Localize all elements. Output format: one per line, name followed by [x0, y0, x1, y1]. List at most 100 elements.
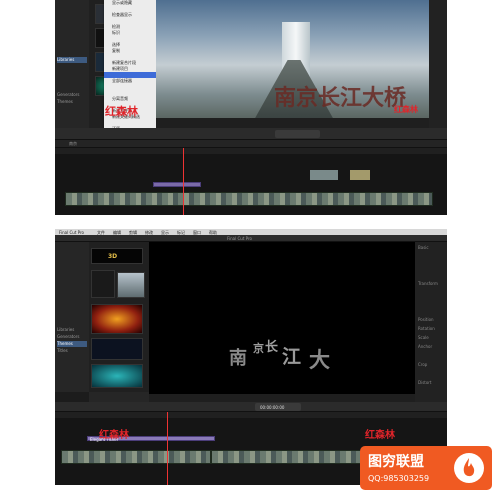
library-item[interactable]: [57, 250, 87, 256]
library-item[interactable]: [57, 369, 87, 375]
library-item[interactable]: [57, 390, 87, 396]
toolbar[interactable]: [55, 128, 447, 140]
title-char: 南: [229, 348, 247, 369]
viewer-controls[interactable]: [149, 394, 415, 402]
inspector-row[interactable]: [418, 307, 444, 314]
inspector-row[interactable]: Anchor: [418, 343, 444, 350]
flame-icon: [454, 453, 484, 483]
inspector-row[interactable]: Transform: [418, 280, 444, 287]
library-item[interactable]: [57, 15, 87, 21]
title-char: 长: [265, 340, 279, 355]
library-item[interactable]: [57, 50, 87, 56]
library-item[interactable]: Generators: [57, 92, 87, 98]
viewer[interactable]: 南京长江大桥 红森林: [156, 0, 429, 128]
title-thumbnail[interactable]: [117, 272, 145, 298]
video-title: 南京长江大桥: [274, 85, 407, 111]
library-item[interactable]: [57, 113, 87, 119]
top-screenshot: Libraries Generators Themes 显示或隐藏 检查器显示 检测 标识…: [55, 0, 447, 215]
library-item[interactable]: Themes: [57, 341, 87, 347]
inspector-row[interactable]: Distort: [418, 379, 444, 386]
timeline[interactable]: [55, 148, 447, 215]
library-item[interactable]: [57, 64, 87, 70]
library-item[interactable]: [57, 264, 87, 270]
media-browser[interactable]: 3D: [89, 242, 149, 392]
library-item[interactable]: [57, 313, 87, 319]
inspector-row[interactable]: Rotation: [418, 325, 444, 332]
library-item[interactable]: [57, 320, 87, 326]
title-thumbnail[interactable]: [91, 304, 143, 334]
title-thumbnail[interactable]: 3D: [91, 248, 143, 264]
inspector-row[interactable]: Crop: [418, 361, 444, 368]
library-item[interactable]: [57, 306, 87, 312]
viewer[interactable]: 南 京 长 江 大: [149, 242, 415, 402]
inspector-row[interactable]: [418, 253, 444, 260]
timeline-name: 南京: [69, 141, 77, 146]
title-char: 京: [253, 342, 264, 355]
inspector-panel[interactable]: Basic Transform Position Rotation Scale Ancho…: [415, 242, 447, 402]
library-item[interactable]: Titles: [57, 348, 87, 354]
inspector-row[interactable]: [418, 352, 444, 359]
library-sidebar[interactable]: Libraries Generators Themes: [55, 0, 89, 128]
inspector-row[interactable]: [418, 271, 444, 278]
window-titlebar: Final Cut Pro: [55, 235, 447, 242]
timeline-header[interactable]: 南京: [55, 140, 447, 148]
inspector-row[interactable]: [418, 298, 444, 305]
title-clip[interactable]: [153, 182, 201, 187]
library-item[interactable]: [57, 22, 87, 28]
viewer-controls[interactable]: [156, 118, 429, 128]
library-item[interactable]: [57, 85, 87, 91]
library-item[interactable]: [57, 278, 87, 284]
library-item[interactable]: [57, 1, 87, 7]
browser-footer[interactable]: [89, 392, 149, 402]
library-item[interactable]: [57, 355, 87, 361]
timeline-ruler[interactable]: [55, 412, 447, 418]
window-title: Final Cut Pro: [227, 236, 253, 241]
inspector-row[interactable]: Scale: [418, 334, 444, 341]
playhead[interactable]: [183, 148, 184, 215]
library-item[interactable]: [57, 362, 87, 368]
timecode-value: 00:00:00:00: [260, 405, 285, 410]
timeline-ruler[interactable]: [55, 148, 447, 154]
inspector-panel[interactable]: [429, 0, 447, 128]
library-item[interactable]: [57, 29, 87, 35]
connected-clip[interactable]: [310, 170, 338, 180]
library-item[interactable]: Libraries: [57, 57, 87, 63]
inspector-row[interactable]: [418, 289, 444, 296]
library-sidebar[interactable]: Libraries Generators Themes Titles: [55, 242, 89, 392]
inspector-row[interactable]: [418, 262, 444, 269]
library-item[interactable]: [57, 376, 87, 382]
title-thumbnail[interactable]: [91, 338, 143, 360]
library-item[interactable]: [57, 71, 87, 77]
library-item[interactable]: Generators: [57, 334, 87, 340]
primary-storyline[interactable]: [61, 450, 211, 464]
library-item[interactable]: [57, 8, 87, 14]
library-item[interactable]: [57, 292, 87, 298]
library-item[interactable]: [57, 271, 87, 277]
library-item[interactable]: [57, 257, 87, 263]
title-char: 大: [309, 347, 330, 372]
title-thumbnail[interactable]: [91, 364, 143, 388]
library-item[interactable]: [57, 243, 87, 249]
library-item[interactable]: [57, 383, 87, 389]
title-thumbnail[interactable]: [91, 270, 115, 298]
playhead[interactable]: [167, 412, 168, 485]
primary-storyline[interactable]: [65, 192, 433, 206]
library-item[interactable]: [57, 36, 87, 42]
overlay-watermark: 红森林: [105, 105, 138, 118]
library-item[interactable]: [57, 78, 87, 84]
inspector-row[interactable]: [418, 370, 444, 377]
brand-name: 图穷联盟: [368, 454, 424, 470]
library-item[interactable]: Themes: [57, 99, 87, 105]
inspector-row[interactable]: Basic: [418, 244, 444, 251]
toolbar[interactable]: 00:00:00:00: [55, 402, 447, 412]
connected-clip[interactable]: [350, 170, 370, 180]
library-item[interactable]: [57, 285, 87, 291]
brand-logo: 图穷联盟 QQ:985303259: [360, 446, 492, 490]
library-item[interactable]: [57, 106, 87, 112]
thumbnail-label: 3D: [108, 253, 118, 260]
timecode-display: 00:00:00:00: [255, 403, 301, 411]
library-item[interactable]: [57, 299, 87, 305]
library-item[interactable]: [57, 43, 87, 49]
library-item[interactable]: Libraries: [57, 327, 87, 333]
inspector-row[interactable]: Position: [418, 316, 444, 323]
